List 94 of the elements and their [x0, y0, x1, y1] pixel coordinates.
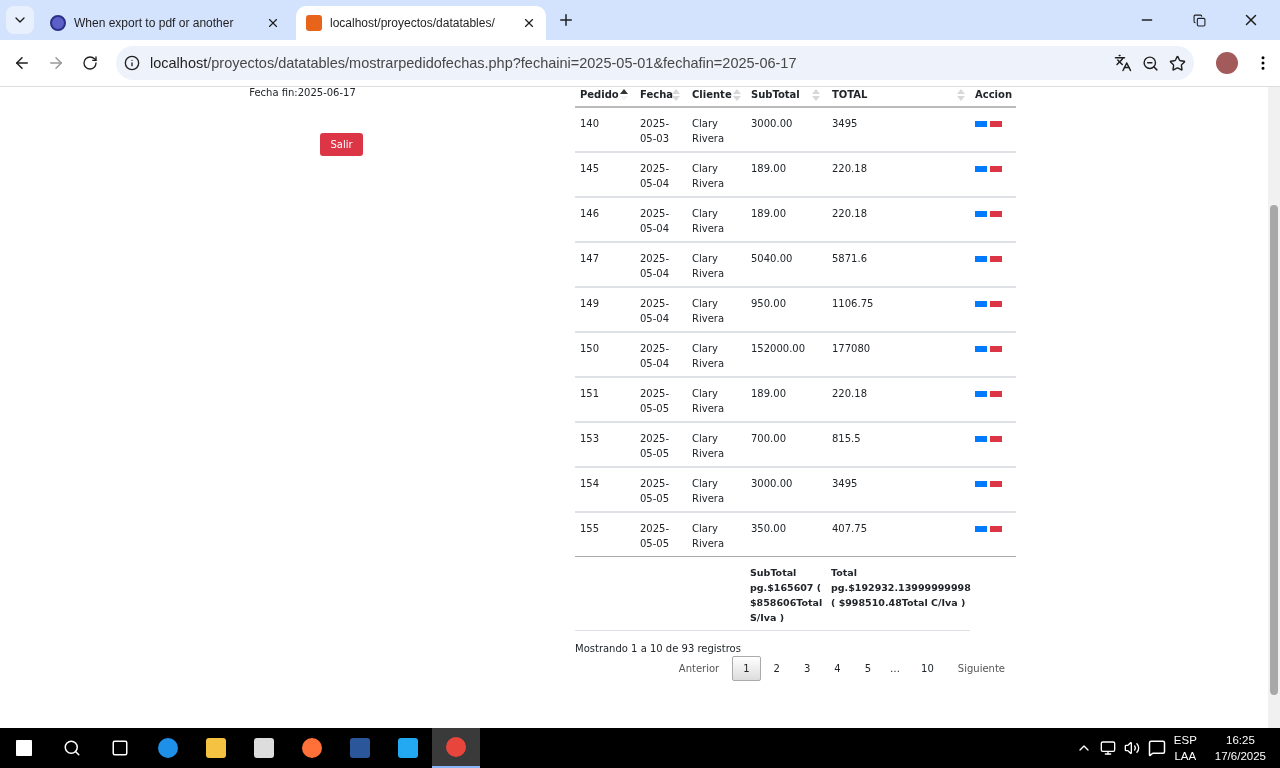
table-cell: 1106.75 — [832, 298, 874, 309]
table-cell: 150 — [580, 343, 600, 354]
table-cell: 2025-05-03 — [640, 118, 670, 144]
table-cell: 3495 — [832, 118, 858, 129]
speaker-icon[interactable] — [1123, 740, 1140, 756]
table-cell: 2025-05-04 — [640, 343, 670, 369]
layout-indicator[interactable]: LAA — [1174, 748, 1197, 764]
table-cell: 3000.00 — [751, 118, 793, 129]
profile-avatar[interactable] — [1216, 52, 1238, 74]
table-cell: 3000.00 — [751, 478, 793, 489]
table-cell: 189.00 — [751, 388, 786, 399]
table-cell: 2025-05-05 — [640, 433, 670, 459]
table-cell: Clary Rivera — [692, 388, 725, 414]
exit-button[interactable]: Salir — [320, 133, 363, 156]
table-cell: Clary Rivera — [692, 253, 725, 279]
column-header[interactable]: TOTAL — [832, 89, 868, 100]
table-cell: 140 — [580, 118, 600, 129]
clock-time[interactable]: 16:25 — [1226, 732, 1255, 748]
ellipsis: … — [889, 662, 902, 676]
column-header[interactable]: SubTotal — [751, 89, 800, 100]
table-cell: 146 — [580, 208, 600, 219]
reload-icon[interactable] — [82, 55, 98, 71]
table-cell: 5040.00 — [751, 253, 793, 264]
scrollbar[interactable] — [1268, 87, 1280, 728]
column-header[interactable]: Accion — [975, 89, 1012, 100]
table-cell: 151 — [580, 388, 600, 399]
bookmark-star-icon[interactable] — [1169, 54, 1186, 72]
table-cell: 220.18 — [832, 388, 867, 399]
column-header[interactable]: Cliente — [692, 89, 732, 100]
table-cell: Clary Rivera — [692, 523, 725, 549]
restore-icon[interactable] — [1192, 13, 1206, 27]
table-cell: 350.00 — [751, 523, 786, 534]
table-cell: 950.00 — [751, 298, 786, 309]
table-cell: 154 — [580, 478, 600, 489]
table-cell: 220.18 — [832, 163, 867, 174]
zoom-out-icon[interactable] — [1142, 54, 1159, 72]
table-cell: Clary Rivera — [692, 208, 725, 234]
table-cell: Clary Rivera — [692, 118, 725, 144]
table-cell: 149 — [580, 298, 600, 309]
table-cell: 2025-05-04 — [640, 208, 670, 234]
table-cell: 145 — [580, 163, 600, 174]
table-cell: 177080 — [832, 343, 871, 354]
close-icon[interactable] — [522, 16, 536, 30]
page-button[interactable]: 10 — [910, 656, 945, 681]
close-icon[interactable] — [266, 16, 280, 30]
browser-tab[interactable]: When export to pdf or another — [40, 6, 290, 40]
table-cell: 815.5 — [832, 433, 861, 444]
tab-search-button[interactable] — [6, 6, 34, 34]
table-cell: 152000.00 — [751, 343, 806, 354]
page-button[interactable]: 4 — [823, 656, 852, 681]
page-button[interactable]: 3 — [793, 656, 822, 681]
table-cell: 2025-05-05 — [640, 523, 670, 549]
clock-date[interactable]: 17/6/2025 — [1214, 748, 1266, 764]
info-icon[interactable] — [124, 55, 140, 71]
pagination-link[interactable]: Anterior — [667, 656, 731, 681]
table-cell: Clary Rivera — [692, 298, 725, 324]
table-cell: 407.75 — [832, 523, 867, 534]
subtotal-summary: SubTotal pg.$165607 ( $858606Total S/Iva ) — [750, 567, 823, 623]
table-cell: 2025-05-05 — [640, 388, 670, 414]
browser-tab[interactable]: localhost/proyectos/datatables/ — [296, 6, 546, 40]
plus-icon[interactable] — [557, 11, 575, 29]
records-info: Mostrando 1 a 10 de 93 registros — [575, 643, 742, 654]
table-cell: 5871.6 — [832, 253, 867, 264]
table-cell: 2025-05-04 — [640, 298, 670, 324]
table-cell: Clary Rivera — [692, 433, 725, 459]
date-label: Fecha fin:2025-06-17 — [249, 87, 356, 98]
table-cell: 2025-05-04 — [640, 163, 670, 189]
column-header[interactable]: Fecha — [640, 89, 673, 100]
table-cell: 189.00 — [751, 163, 786, 174]
table-cell: 700.00 — [751, 433, 786, 444]
table-cell: 147 — [580, 253, 600, 264]
page-button[interactable]: 2 — [762, 656, 791, 681]
forward-arrow-icon[interactable] — [47, 54, 65, 72]
table-cell: 3495 — [832, 478, 858, 489]
page-button[interactable]: 5 — [853, 656, 883, 681]
translate-icon[interactable] — [1114, 54, 1132, 72]
total-summary: Total pg.$192932.13999999998 ( $998510.48Total C/Iva ) — [831, 567, 971, 608]
table-cell: 2025-05-05 — [640, 478, 670, 504]
table-cell: Clary Rivera — [692, 343, 725, 369]
table-cell: 189.00 — [751, 208, 786, 219]
table-cell: 153 — [580, 433, 600, 444]
page-button[interactable]: 1 — [732, 656, 761, 681]
notification-icon[interactable] — [1147, 739, 1166, 757]
table-cell: 220.18 — [832, 208, 867, 219]
table-cell: 155 — [580, 523, 600, 534]
address-bar[interactable]: localhost/proyectos/datatables/mostrarpedidofechas.php?fechaini=2025-05-01&fechafin=2025-06-17 — [116, 46, 1194, 80]
table-cell: 2025-05-04 — [640, 253, 670, 279]
table-cell: Clary Rivera — [692, 478, 725, 504]
sort-icon[interactable] — [620, 89, 628, 101]
network-icon[interactable] — [1099, 740, 1116, 756]
pagination-link[interactable]: Siguiente — [946, 656, 1016, 681]
table-cell: Clary Rivera — [692, 163, 725, 189]
column-header[interactable]: Pedido — [580, 89, 619, 100]
language-indicator[interactable]: ESP — [1173, 732, 1197, 748]
